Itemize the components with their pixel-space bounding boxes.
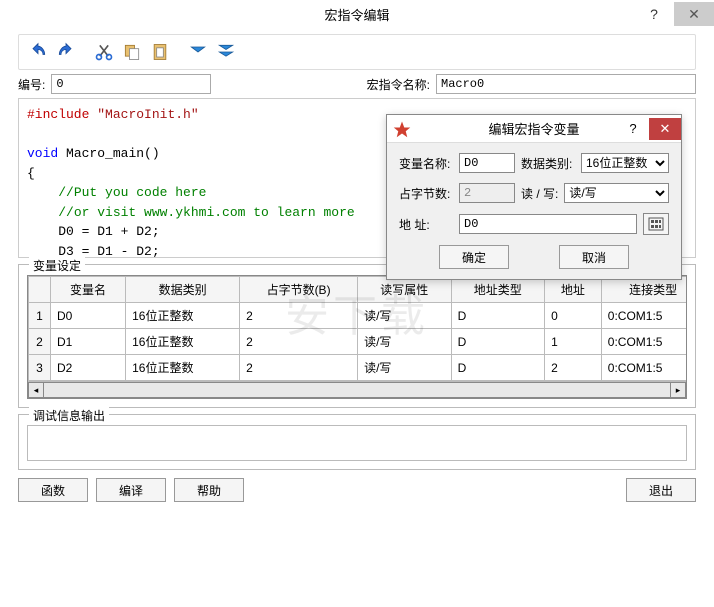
row-number: 1: [29, 303, 51, 329]
copy-button[interactable]: [119, 39, 145, 65]
debug-output-box[interactable]: [27, 425, 687, 461]
toolbar: [18, 34, 696, 70]
table-cell[interactable]: 0:COM1:5: [601, 355, 686, 381]
bottom-buttons: 函数 编译 帮助 退出: [18, 478, 696, 502]
keypad-icon: [648, 217, 664, 231]
debug-output-legend: 调试信息输出: [29, 407, 109, 424]
cut-button[interactable]: [91, 39, 117, 65]
help-button[interactable]: 帮助: [174, 478, 244, 502]
variables-table-wrap: 变量名 数据类别 占字节数(B) 读写属性 地址类型 地址 连接类型 PL 1D…: [27, 275, 687, 399]
col-addr-type[interactable]: 地址类型: [451, 277, 545, 303]
window-help-button[interactable]: ?: [634, 2, 674, 26]
edit-variable-dialog: 编辑宏指令变量 ? ✕ 变量名称: 数据类别: 16位正整数 占字节数: 读 /…: [386, 114, 682, 280]
table-cell[interactable]: D: [451, 355, 545, 381]
table-cell[interactable]: 读/写: [358, 355, 452, 381]
scroll-right-icon[interactable]: ▸: [670, 382, 686, 398]
debug-output-section: 调试信息输出: [18, 414, 696, 470]
code-function-name: Macro_main(): [66, 146, 160, 161]
row-number: 3: [29, 355, 51, 381]
addr-label: 地 址:: [399, 216, 453, 233]
dialog-help-button[interactable]: ?: [617, 118, 649, 140]
compile-button[interactable]: 编译: [96, 478, 166, 502]
table-cell[interactable]: 2: [240, 329, 358, 355]
macro-id-row: 编号: 宏指令名称:: [18, 74, 696, 94]
rw-select[interactable]: 读/写: [564, 183, 669, 203]
code-line-2: D3 = D1 - D2;: [58, 244, 159, 259]
col-addr[interactable]: 地址: [545, 277, 602, 303]
table-cell[interactable]: 16位正整数: [126, 329, 240, 355]
code-include-string: "MacroInit.h": [97, 107, 198, 122]
table-cell[interactable]: 2: [240, 355, 358, 381]
dialog-cancel-button[interactable]: 取消: [559, 245, 629, 269]
redo-button[interactable]: [53, 39, 79, 65]
table-cell[interactable]: 16位正整数: [126, 355, 240, 381]
table-cell[interactable]: 0:COM1:5: [601, 329, 686, 355]
variables-section: 变量设定 变量名 数据类别 占字节数(B) 读写属性 地址类型 地址 连接类型 …: [18, 264, 696, 408]
window-close-button[interactable]: ✕: [674, 2, 714, 26]
var-name-input[interactable]: [459, 153, 515, 173]
table-cell[interactable]: 读/写: [358, 303, 452, 329]
code-include-keyword: #include: [27, 107, 89, 122]
col-conn[interactable]: 连接类型: [601, 277, 686, 303]
var-name-label: 变量名称:: [399, 155, 453, 172]
code-void-keyword: void: [27, 146, 58, 161]
code-comment-2: //or visit www.ykhmi.com to learn more: [58, 205, 354, 220]
dialog-close-button[interactable]: ✕: [649, 118, 681, 140]
code-brace: {: [27, 166, 35, 181]
table-row[interactable]: 1D016位正整数2读/写D00:COM1:50: [29, 303, 687, 329]
dialog-title: 编辑宏指令变量: [488, 119, 579, 138]
macro-number-input[interactable]: [51, 74, 211, 94]
dialog-app-icon: [393, 120, 411, 138]
exit-button[interactable]: 退出: [626, 478, 696, 502]
table-cell[interactable]: D: [451, 329, 545, 355]
table-row[interactable]: 3D216位正整数2读/写D20:COM1:50: [29, 355, 687, 381]
dialog-titlebar: 编辑宏指令变量 ? ✕: [387, 115, 681, 143]
scroll-track[interactable]: [44, 382, 670, 398]
data-type-label: 数据类别:: [521, 155, 575, 172]
table-cell[interactable]: 0: [545, 303, 602, 329]
variables-table[interactable]: 变量名 数据类别 占字节数(B) 读写属性 地址类型 地址 连接类型 PL 1D…: [28, 276, 686, 381]
table-cell[interactable]: 1: [545, 329, 602, 355]
col-data-type[interactable]: 数据类别: [126, 277, 240, 303]
rw-label: 读 / 写:: [521, 185, 558, 202]
macro-name-label: 宏指令名称:: [367, 76, 430, 93]
variables-legend: 变量设定: [29, 257, 85, 274]
functions-button[interactable]: 函数: [18, 478, 88, 502]
table-row[interactable]: 2D116位正整数2读/写D10:COM1:50: [29, 329, 687, 355]
table-cell[interactable]: 读/写: [358, 329, 452, 355]
table-cell[interactable]: D0: [51, 303, 126, 329]
data-type-select[interactable]: 16位正整数: [581, 153, 669, 173]
table-cell[interactable]: 2: [545, 355, 602, 381]
collapse-all-button[interactable]: [213, 39, 239, 65]
col-var-name[interactable]: 变量名: [51, 277, 126, 303]
macro-name-input[interactable]: [436, 74, 696, 94]
code-comment-1: //Put you code here: [58, 185, 206, 200]
dialog-ok-button[interactable]: 确定: [439, 245, 509, 269]
table-h-scrollbar[interactable]: ◂ ▸: [28, 381, 686, 398]
table-cell[interactable]: 2: [240, 303, 358, 329]
table-cell[interactable]: D1: [51, 329, 126, 355]
col-rw[interactable]: 读写属性: [358, 277, 452, 303]
window-title: 宏指令编辑: [324, 5, 389, 24]
table-cell[interactable]: D2: [51, 355, 126, 381]
scroll-left-icon[interactable]: ◂: [28, 382, 44, 398]
undo-button[interactable]: [25, 39, 51, 65]
macro-number-label: 编号:: [18, 76, 45, 93]
paste-button[interactable]: [147, 39, 173, 65]
table-cell[interactable]: 16位正整数: [126, 303, 240, 329]
table-header-row: 变量名 数据类别 占字节数(B) 读写属性 地址类型 地址 连接类型 PL: [29, 277, 687, 303]
row-number: 2: [29, 329, 51, 355]
col-bytes[interactable]: 占字节数(B): [240, 277, 358, 303]
code-line-1: D0 = D1 + D2;: [58, 224, 159, 239]
table-cell[interactable]: D: [451, 303, 545, 329]
collapse-button[interactable]: [185, 39, 211, 65]
table-cell[interactable]: 0:COM1:5: [601, 303, 686, 329]
addr-input[interactable]: [459, 214, 637, 234]
bytes-label: 占字节数:: [399, 185, 453, 202]
window-titlebar: 宏指令编辑 ? ✕: [0, 0, 714, 28]
bytes-input: [459, 183, 515, 203]
addr-browse-button[interactable]: [643, 213, 669, 235]
